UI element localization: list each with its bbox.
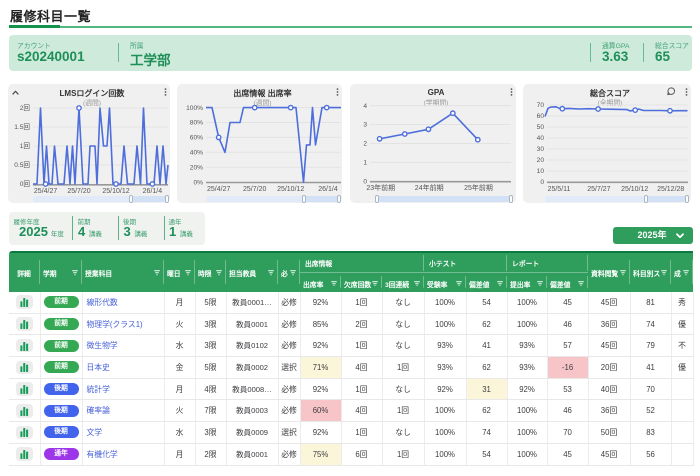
svg-text:1.5回: 1.5回: [14, 123, 30, 131]
svg-text:25/7/20: 25/7/20: [67, 188, 90, 194]
svg-text:40: 40: [537, 135, 545, 142]
svg-text:25年前期: 25年前期: [464, 183, 493, 192]
svg-text:26/1/4: 26/1/4: [143, 188, 163, 194]
svg-text:50: 50: [537, 124, 545, 131]
svg-text:20%: 20%: [190, 164, 203, 171]
svg-text:24年前期: 24年前期: [415, 183, 444, 192]
svg-text:23年前期: 23年前期: [366, 183, 395, 192]
svg-text:4: 4: [363, 103, 367, 110]
svg-text:25/10/12: 25/10/12: [277, 186, 304, 193]
svg-text:1: 1: [363, 160, 367, 167]
svg-text:100%: 100%: [186, 105, 203, 112]
svg-text:0回: 0回: [20, 180, 31, 188]
svg-text:0.5回: 0.5回: [14, 161, 30, 169]
svg-text:0%: 0%: [193, 179, 203, 186]
svg-text:2: 2: [363, 141, 367, 148]
svg-text:26/1/4: 26/1/4: [318, 186, 338, 193]
svg-text:70: 70: [537, 102, 545, 109]
svg-text:25/7/27: 25/7/27: [587, 186, 610, 193]
svg-text:60: 60: [537, 113, 545, 120]
svg-text:30: 30: [537, 146, 545, 153]
svg-text:3: 3: [363, 122, 367, 129]
svg-text:1回: 1回: [20, 142, 31, 150]
svg-text:25/10/12: 25/10/12: [102, 188, 129, 194]
svg-text:25/5/11: 25/5/11: [548, 186, 571, 193]
svg-text:20: 20: [537, 157, 545, 164]
svg-text:25/7/20: 25/7/20: [243, 186, 266, 193]
svg-text:25/4/27: 25/4/27: [34, 188, 57, 194]
svg-text:2回: 2回: [20, 104, 31, 112]
svg-text:25/12/28: 25/12/28: [657, 186, 684, 193]
svg-text:60%: 60%: [190, 135, 203, 142]
svg-text:10: 10: [537, 168, 545, 175]
svg-text:25/10/12: 25/10/12: [621, 186, 648, 193]
svg-text:40%: 40%: [190, 150, 203, 157]
svg-text:25/4/27: 25/4/27: [207, 186, 230, 193]
svg-text:0: 0: [540, 179, 544, 186]
svg-text:80%: 80%: [190, 120, 203, 127]
